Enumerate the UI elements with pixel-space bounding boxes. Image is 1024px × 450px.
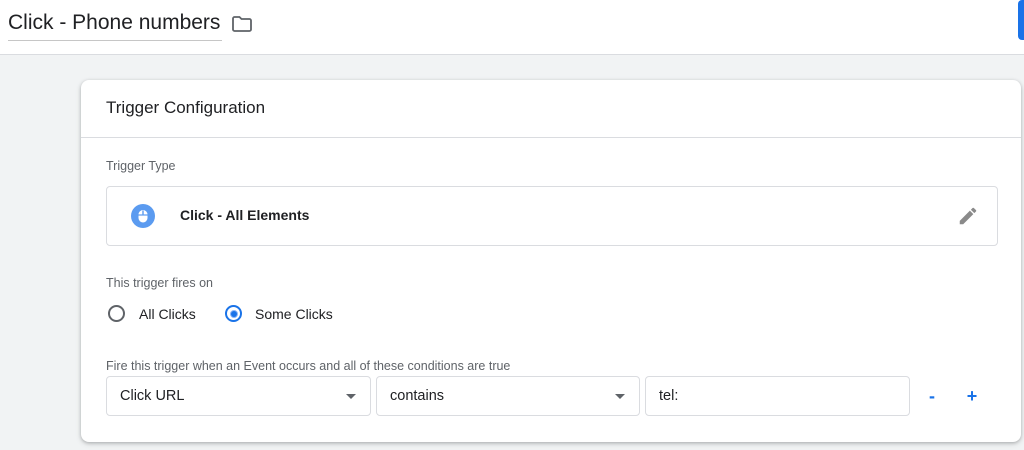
trigger-configuration-card: Trigger Configuration Trigger Type Click… [81,80,1021,442]
radio-label: All Clicks [139,306,196,322]
card-header: Trigger Configuration [81,80,1021,138]
condition-value-input[interactable] [645,376,910,416]
pencil-icon[interactable] [957,205,979,227]
fires-on-label: This trigger fires on [106,276,213,290]
radio-some-clicks[interactable]: Some Clicks [225,305,340,325]
dropdown-arrow-icon [346,394,356,399]
trigger-name-field[interactable]: Click - Phone numbers [8,8,223,41]
folder-icon[interactable] [230,12,254,36]
remove-condition-button[interactable]: - [920,384,944,408]
trigger-type-name: Click - All Elements [180,207,310,223]
variable-select[interactable]: Click URL [106,376,371,416]
card-title: Trigger Configuration [106,98,266,117]
conditions-label: Fire this trigger when an Event occurs a… [106,359,511,373]
operator-select-value: contains [390,388,445,404]
trigger-type-selector[interactable]: Click - All Elements [106,186,998,246]
mouse-icon [131,204,155,228]
add-condition-button[interactable]: + [960,384,984,408]
trigger-type-label: Trigger Type [106,159,176,173]
variable-select-value: Click URL [120,388,185,404]
radio-all-clicks[interactable]: All Clicks [108,305,203,325]
top-bar: Click - Phone numbers [0,0,1024,55]
radio-circle [225,305,242,322]
radio-circle [108,305,125,322]
operator-select[interactable]: contains [376,376,640,416]
dropdown-arrow-icon [615,394,625,399]
radio-label: Some Clicks [255,306,333,322]
save-button[interactable] [1018,0,1024,40]
